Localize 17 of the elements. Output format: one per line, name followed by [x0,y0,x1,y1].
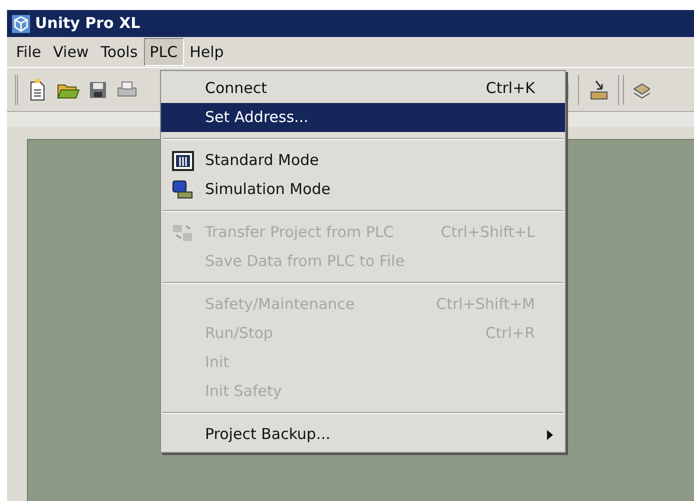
transfer-icon [172,222,194,242]
menu-item[interactable]: File [10,38,48,66]
window-title: Unity Pro XL [35,13,140,34]
menu-item[interactable]: Project Backup... [161,420,565,449]
menu-item[interactable]: Connect Ctrl+K [161,74,565,103]
cube-icon [11,14,31,34]
computer-icon [172,180,194,200]
menu-item[interactable]: Set Address... [161,103,565,132]
menu-item[interactable]: PLC [144,38,184,66]
menu-item[interactable]: Standard Mode [161,146,565,175]
grid-icon [172,150,194,170]
download-tray-icon [588,78,610,100]
menu-item[interactable]: View [47,38,95,66]
menu-item[interactable]: Simulation Mode [161,175,565,204]
menu-item[interactable]: Help [184,38,230,66]
menu-item[interactable]: Tools [94,38,144,66]
printer-icon [116,80,138,100]
